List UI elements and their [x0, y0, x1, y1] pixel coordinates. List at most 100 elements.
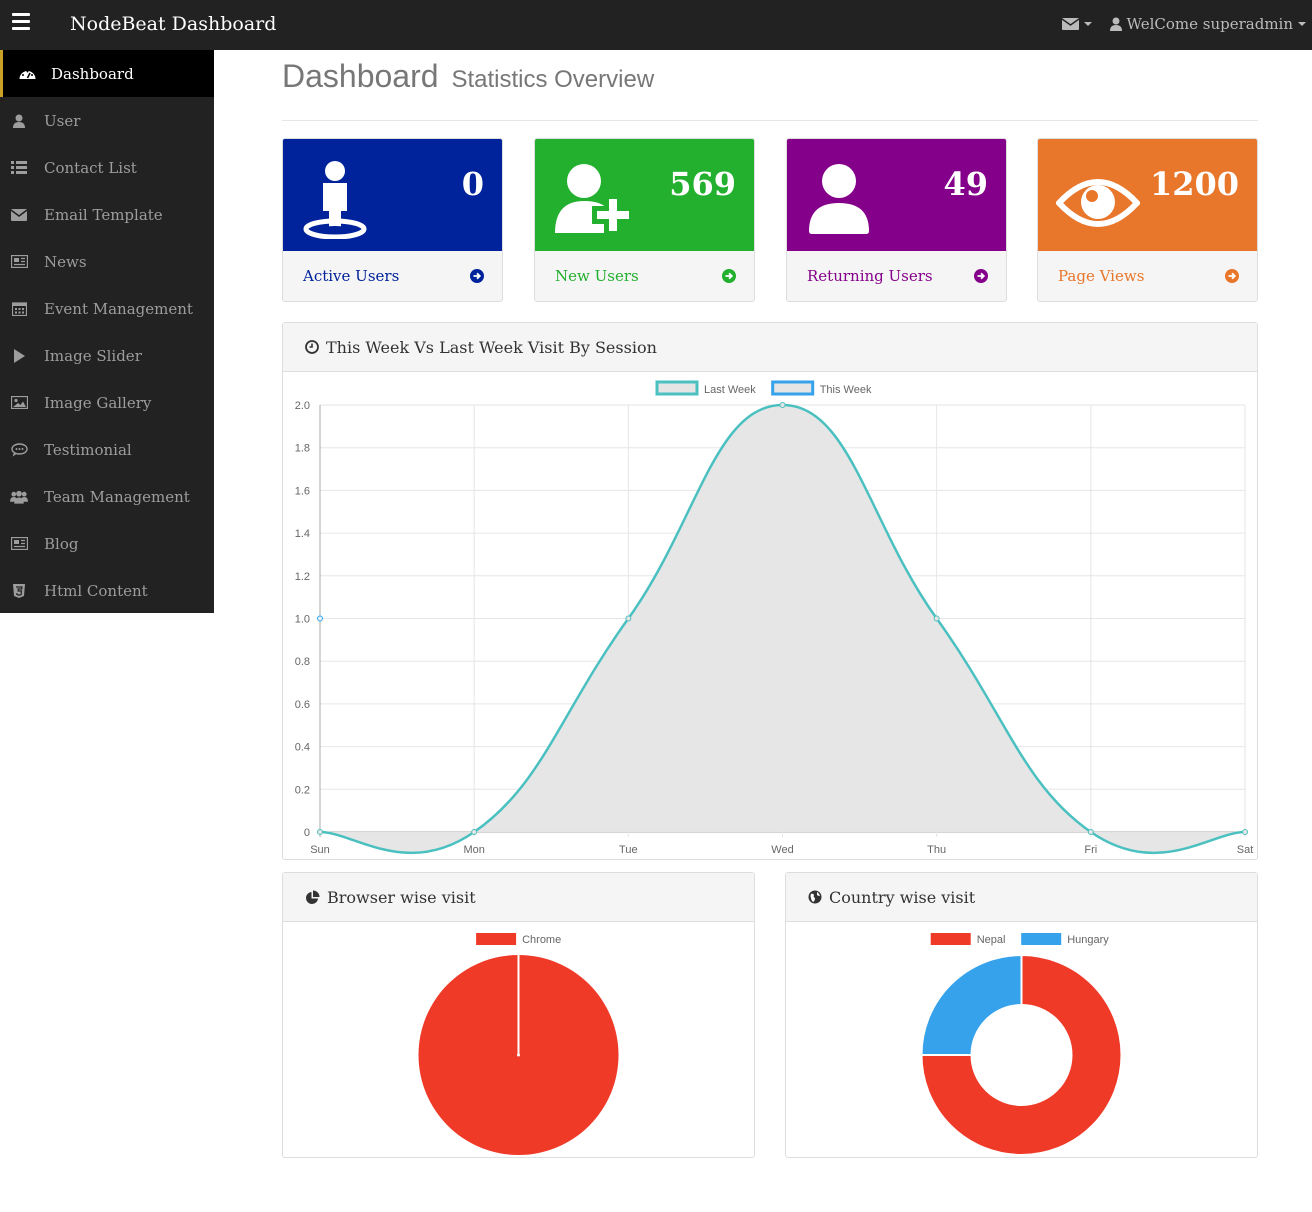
x-tick-label: Sat	[1237, 844, 1254, 856]
stat-details-link[interactable]: New Users	[535, 251, 754, 301]
donut-slice	[920, 953, 1023, 1056]
user-icon	[809, 164, 869, 234]
sidebar-item-image-gallery[interactable]: Image Gallery	[0, 379, 214, 426]
y-tick-label: 1.2	[295, 571, 310, 583]
sidebar-item-label: Image Slider	[44, 346, 142, 365]
stat-label: Returning Users	[807, 267, 933, 285]
newspaper-icon	[10, 254, 28, 270]
stat-card-top: 1200	[1038, 139, 1257, 251]
stat-value: 0	[461, 165, 484, 203]
sidebar-item-blog[interactable]: Blog	[0, 520, 214, 567]
messages-dropdown[interactable]	[1061, 18, 1092, 30]
sidebar-item-dashboard[interactable]: Dashboard	[0, 50, 214, 97]
y-tick-label: 0	[304, 827, 310, 839]
sidebar-item-label: Html Content	[44, 581, 148, 600]
stat-card-top: 0	[283, 139, 502, 251]
stat-card-page-views: 1200 Page Views	[1037, 138, 1258, 302]
globe-icon	[808, 890, 822, 904]
stat-label: Active Users	[303, 267, 400, 285]
browser-visits-panel: Browser wise visit Chrome	[282, 872, 755, 1158]
sidebar-item-label: Team Management	[44, 487, 190, 506]
legend-label: Last Week	[704, 384, 756, 396]
legend-swatch	[1021, 933, 1062, 945]
top-navbar: NodeBeat Dashboard WelCome superadmin	[0, 0, 1312, 50]
sidebar-item-testimonial[interactable]: Testimonial	[0, 426, 214, 473]
data-point	[1242, 829, 1248, 835]
html5-icon	[10, 583, 28, 599]
brand-title[interactable]: NodeBeat Dashboard	[70, 13, 276, 35]
legend-label: Chrome	[522, 934, 561, 946]
panel-heading: This Week Vs Last Week Visit By Session	[283, 323, 1257, 372]
calendar-icon	[10, 301, 28, 317]
sidebar-item-html-content[interactable]: Html Content	[0, 567, 214, 614]
stat-value: 1200	[1149, 165, 1239, 203]
newspaper-icon	[10, 536, 28, 552]
arrow-circle-right-icon	[974, 269, 988, 283]
panel-title: Country wise visit	[829, 887, 976, 907]
sidebar-item-label: Testimonial	[44, 440, 132, 459]
sidebar-item-event-management[interactable]: Event Management	[0, 285, 214, 332]
y-tick-label: 2.0	[295, 400, 310, 412]
envelope-icon	[1061, 18, 1079, 30]
eye-icon	[1056, 179, 1140, 227]
sidebar-item-label: Blog	[44, 534, 79, 553]
welcome-text: WelCome superadmin	[1126, 15, 1293, 33]
menu-toggle-button[interactable]	[12, 13, 30, 35]
x-tick-label: Thu	[927, 844, 946, 856]
clock-icon	[305, 340, 319, 354]
legend-swatch	[930, 933, 971, 945]
data-point	[1087, 829, 1094, 835]
sidebar-item-label: Image Gallery	[44, 393, 152, 412]
dashboard-icon	[18, 66, 36, 82]
data-point	[471, 829, 478, 835]
x-tick-label: Mon	[463, 844, 484, 856]
weekly-visits-panel: This Week Vs Last Week Visit By Session …	[282, 322, 1258, 860]
user-icon	[10, 113, 28, 129]
list-icon	[10, 160, 28, 176]
sidebar-item-email-template[interactable]: Email Template	[0, 191, 214, 238]
user-dropdown[interactable]: WelCome superadmin	[1109, 15, 1306, 33]
stat-details-link[interactable]: Returning Users	[787, 251, 1006, 301]
browser-pie-chart: Chrome	[418, 933, 619, 1155]
stat-label: Page Views	[1058, 267, 1145, 285]
x-tick-label: Tue	[619, 844, 638, 856]
data-point	[625, 615, 632, 622]
panel-heading: Browser wise visit	[283, 873, 754, 922]
legend-swatch	[476, 933, 517, 945]
sidebar-item-user[interactable]: User	[0, 97, 214, 144]
legend-label: Nepal	[977, 934, 1006, 946]
arrow-circle-right-icon	[470, 269, 484, 283]
sidebar-item-label: News	[44, 252, 87, 271]
legend-swatch	[655, 380, 699, 396]
data-point	[933, 615, 940, 622]
page-subtitle: Statistics Overview	[451, 66, 655, 93]
series-area-last-week	[320, 405, 1245, 853]
sidebar-item-label: Email Template	[44, 205, 163, 224]
panel-title: Browser wise visit	[327, 887, 476, 907]
panel-heading: Country wise visit	[786, 873, 1257, 922]
legend-label: This Week	[820, 384, 872, 396]
sidebar-item-label: Dashboard	[51, 64, 134, 83]
data-point	[779, 402, 786, 408]
stat-details-link[interactable]: Page Views	[1038, 251, 1257, 301]
y-tick-label: 1.6	[295, 485, 310, 497]
stat-card-top: 49	[787, 139, 1006, 251]
sidebar-item-team-management[interactable]: Team Management	[0, 473, 214, 520]
x-tick-label: Wed	[771, 844, 793, 856]
sidebar-item-image-slider[interactable]: Image Slider	[0, 332, 214, 379]
sidebar: Dashboard User Contact List Email Templa…	[0, 50, 214, 613]
stat-details-link[interactable]: Active Users	[283, 251, 502, 301]
stat-card-returning-users: 49 Returning Users	[786, 138, 1007, 302]
play-icon	[10, 348, 28, 364]
chart-legend: Last Week This Week	[655, 380, 872, 396]
page-header: Dashboard Statistics Overview	[282, 58, 1258, 121]
y-tick-label: 0.8	[295, 656, 310, 668]
y-tick-label: 0.6	[295, 699, 310, 711]
sidebar-item-news[interactable]: News	[0, 238, 214, 285]
stat-card-top: 569	[535, 139, 754, 251]
country-doughnut-chart: Nepal Hungary	[920, 933, 1123, 1156]
stat-card-new-users: 569 New Users	[534, 138, 755, 302]
arrow-circle-right-icon	[1225, 269, 1239, 283]
sidebar-item-contact-list[interactable]: Contact List	[0, 144, 214, 191]
envelope-icon	[10, 207, 28, 223]
